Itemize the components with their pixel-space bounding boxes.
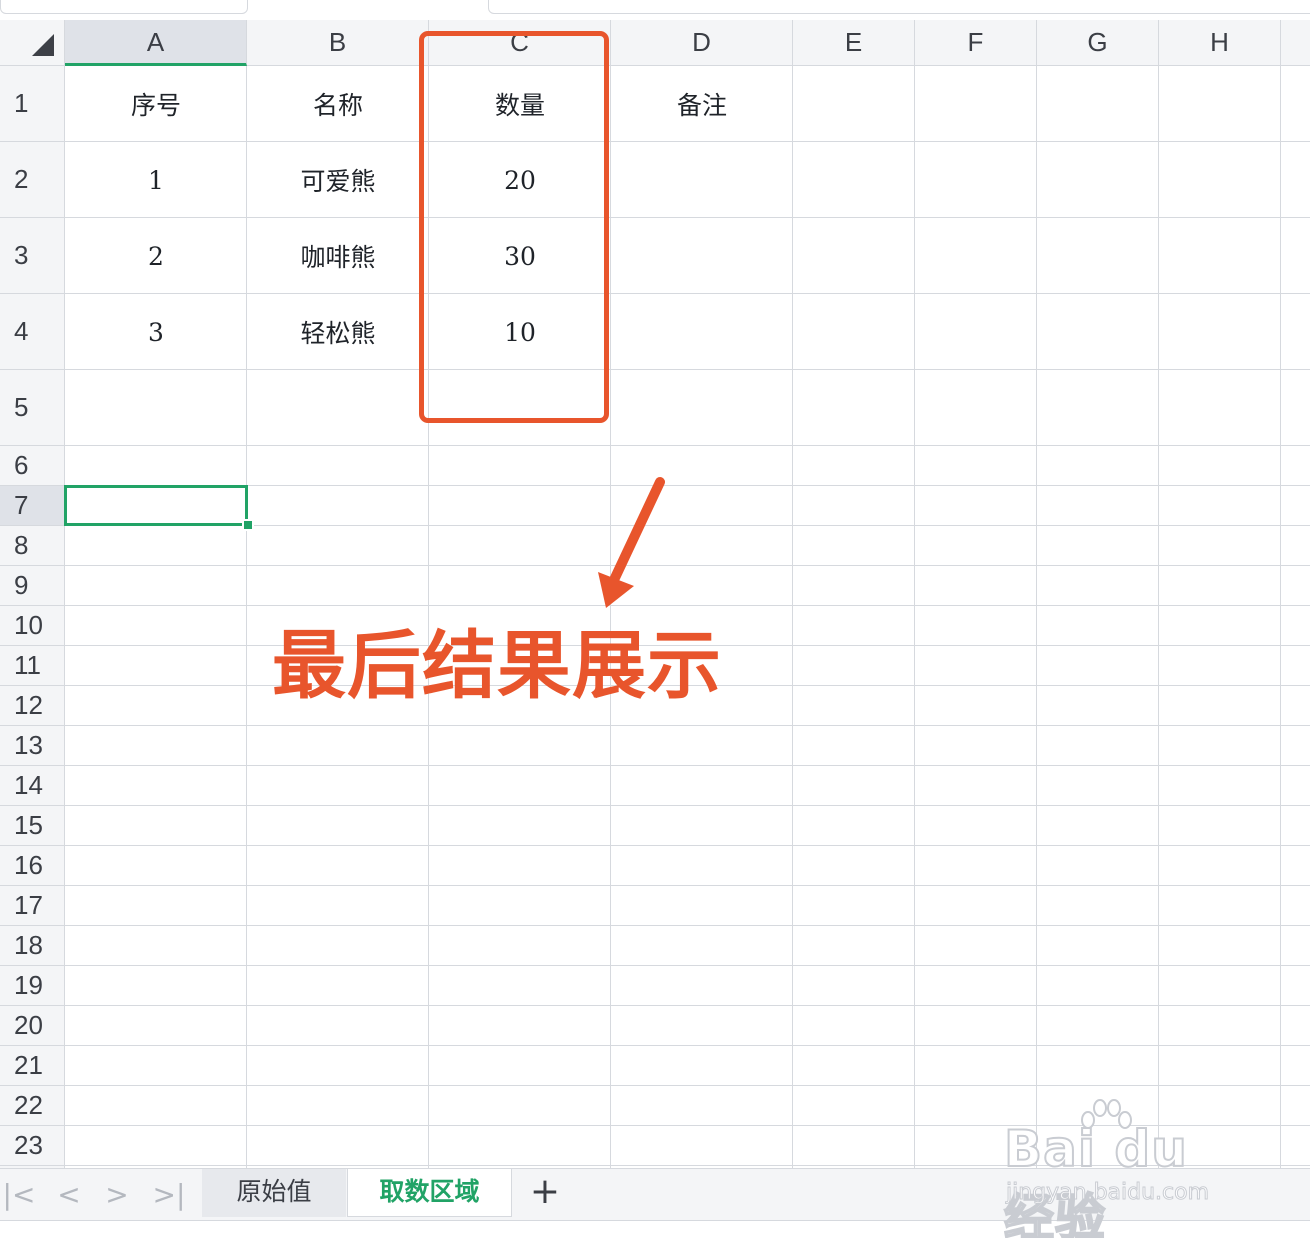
- name-box[interactable]: [0, 0, 248, 14]
- grid-row-line: [65, 725, 1310, 726]
- grid-column-line: [914, 66, 915, 1168]
- row-header-14[interactable]: 14: [0, 766, 65, 806]
- table-cell[interactable]: 可爱熊: [247, 142, 429, 218]
- table-header-cell[interactable]: 备注: [611, 66, 793, 142]
- table-cell[interactable]: 3: [65, 294, 247, 370]
- grid-row-line: [65, 885, 1310, 886]
- row-header-16[interactable]: 16: [0, 846, 65, 886]
- column-header-g[interactable]: G: [1037, 20, 1159, 66]
- last-sheet-icon[interactable]: >|: [152, 1179, 186, 1213]
- row-header-12[interactable]: 12: [0, 686, 65, 726]
- row-header-8[interactable]: 8: [0, 526, 65, 566]
- grid-row-line: [65, 1045, 1310, 1046]
- row-header-20[interactable]: 20: [0, 1006, 65, 1046]
- row-header-21[interactable]: 21: [0, 1046, 65, 1086]
- fill-handle[interactable]: [242, 519, 254, 531]
- grid-row-line: [65, 925, 1310, 926]
- row-header-18[interactable]: 18: [0, 926, 65, 966]
- add-sheet-button[interactable]: +: [527, 1173, 563, 1213]
- row-header-6[interactable]: 6: [0, 446, 65, 486]
- row-header-9[interactable]: 9: [0, 566, 65, 606]
- sheet-tab-bar: |< < > >| 原始值 取数区域 +: [0, 1168, 1310, 1220]
- row-header-5[interactable]: 5: [0, 370, 65, 446]
- grid-column-line: [1158, 66, 1159, 1168]
- column-header-a[interactable]: A: [65, 20, 247, 66]
- next-sheet-icon[interactable]: >: [100, 1179, 134, 1213]
- sheet-tab-extract-area[interactable]: 取数区域: [347, 1169, 512, 1217]
- row-header-4[interactable]: 4: [0, 294, 65, 370]
- grid-row-line: [65, 445, 1310, 446]
- row-header-3[interactable]: 3: [0, 218, 65, 294]
- grid-row-line: [65, 1125, 1310, 1126]
- grid-row-line: [65, 565, 1310, 566]
- row-header-2[interactable]: 2: [0, 142, 65, 218]
- select-all-button[interactable]: [0, 20, 65, 66]
- row-header-7[interactable]: 7: [0, 486, 65, 526]
- grid-row-line: [65, 845, 1310, 846]
- status-bar: [0, 1220, 1310, 1238]
- table-cell[interactable]: [611, 142, 793, 218]
- annotation-arrow-icon: [598, 477, 665, 608]
- first-sheet-icon[interactable]: |<: [2, 1179, 36, 1213]
- annotation-highlight-box: [419, 31, 609, 423]
- column-header-row: ABCDEFGH: [0, 20, 1310, 66]
- row-header-column: 1 2 3 4 5 6 7 8 9 10 11 12 13 14 15 16 17 18 19 20 21 22 23: [0, 66, 65, 1168]
- formula-input[interactable]: [488, 0, 1310, 14]
- table-header-cell[interactable]: 序号: [65, 66, 247, 142]
- row-header-1[interactable]: 1: [0, 66, 65, 142]
- sheet-tab-original[interactable]: 原始值: [202, 1169, 346, 1217]
- grid-row-line: [65, 965, 1310, 966]
- column-header-d[interactable]: D: [611, 20, 793, 66]
- column-header-h[interactable]: H: [1159, 20, 1281, 66]
- formula-bar-strip: [0, 0, 1310, 20]
- prev-sheet-icon[interactable]: <: [52, 1179, 86, 1213]
- table-cell[interactable]: 2: [65, 218, 247, 294]
- table-cell[interactable]: 咖啡熊: [247, 218, 429, 294]
- row-header-22[interactable]: 22: [0, 1086, 65, 1126]
- column-header-f[interactable]: F: [915, 20, 1037, 66]
- row-header-10[interactable]: 10: [0, 606, 65, 646]
- row-header-13[interactable]: 13: [0, 726, 65, 766]
- table-cell[interactable]: 轻松熊: [247, 294, 429, 370]
- table-header-cell[interactable]: 名称: [247, 66, 429, 142]
- grid-row-line: [65, 765, 1310, 766]
- table-cell[interactable]: [611, 294, 793, 370]
- row-header-15[interactable]: 15: [0, 806, 65, 846]
- row-header-17[interactable]: 17: [0, 886, 65, 926]
- grid-row-line: [65, 1085, 1310, 1086]
- column-header-e[interactable]: E: [793, 20, 915, 66]
- grid-row-line: [65, 1165, 1310, 1166]
- grid-row-line: [65, 1005, 1310, 1006]
- selected-cell-cursor: [64, 485, 248, 526]
- table-cell[interactable]: 1: [65, 142, 247, 218]
- grid-column-line: [1036, 66, 1037, 1168]
- row-header-11[interactable]: 11: [0, 646, 65, 686]
- grid-row-line: [65, 485, 1310, 486]
- table-cell[interactable]: [611, 218, 793, 294]
- grid-row-line: [65, 805, 1310, 806]
- annotation-caption: 最后结果展示: [272, 623, 722, 709]
- select-all-icon: [32, 34, 54, 56]
- row-header-23[interactable]: 23: [0, 1126, 65, 1166]
- column-header-b[interactable]: B: [247, 20, 429, 66]
- grid-column-line: [1280, 66, 1281, 1168]
- row-header-19[interactable]: 19: [0, 966, 65, 1006]
